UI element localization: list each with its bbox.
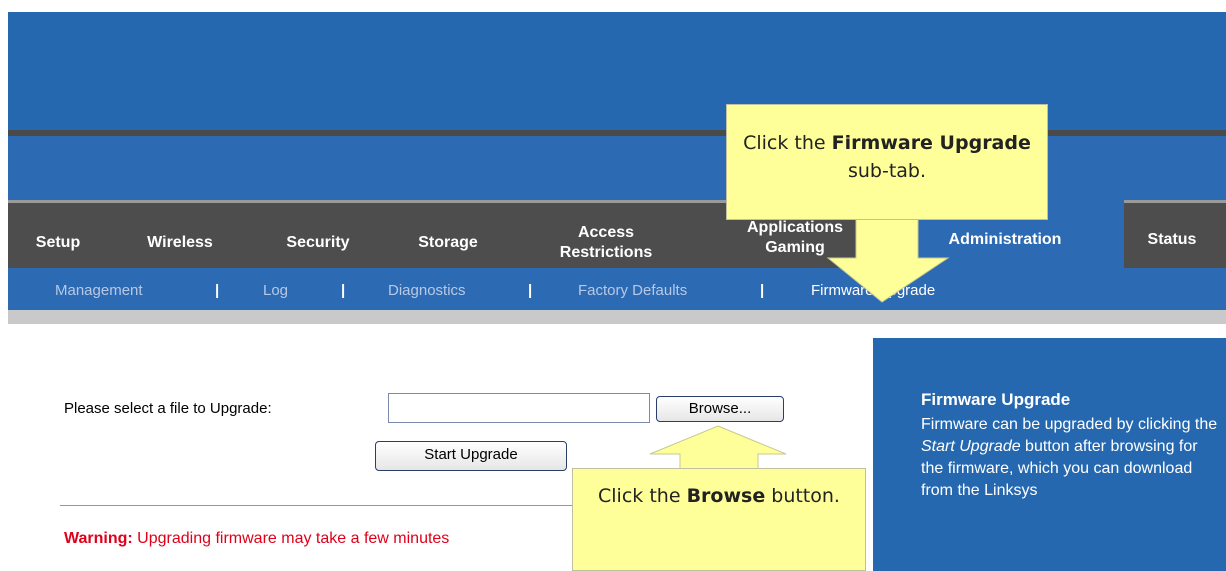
subtab-separator: | — [760, 282, 765, 299]
start-upgrade-button[interactable]: Start Upgrade — [375, 441, 567, 471]
subtab-separator: | — [341, 282, 346, 299]
firmware-file-input[interactable] — [388, 393, 650, 423]
help-text: Firmware can be upgraded by clicking the… — [921, 416, 1218, 499]
form-divider — [60, 505, 580, 506]
subtab-management[interactable]: Management — [55, 282, 143, 299]
subtab-factory-defaults[interactable]: Factory Defaults — [578, 282, 687, 299]
callout-arrow-up — [649, 425, 787, 473]
warning-prefix: Warning: — [64, 530, 133, 547]
help-panel: Firmware Upgrade Firmware can be upgrade… — [873, 338, 1226, 571]
help-title: Firmware Upgrade — [921, 390, 1071, 409]
tab-setup[interactable]: Setup — [28, 233, 88, 253]
tab-wireless[interactable]: Wireless — [132, 233, 228, 253]
callout-arrow-down — [826, 218, 950, 303]
sub-nav: Management | Log | Diagnostics | Factory… — [8, 268, 1226, 310]
tab-storage[interactable]: Storage — [405, 233, 491, 253]
warning-text: Upgrading firmware may take a few minute… — [132, 530, 450, 547]
tab-security[interactable]: Security — [273, 233, 363, 253]
file-select-label: Please select a file to Upgrade: — [64, 400, 272, 417]
subtab-log[interactable]: Log — [263, 282, 288, 299]
browse-button[interactable]: Browse... — [656, 396, 784, 422]
subtab-diagnostics[interactable]: Diagnostics — [388, 282, 466, 299]
tab-access-restrictions[interactable]: Access Restrictions — [536, 223, 676, 263]
subtab-separator: | — [215, 282, 220, 299]
upgrade-warning: Warning: Upgrading firmware may take a f… — [64, 530, 449, 548]
subtab-separator: | — [528, 282, 533, 299]
callout-firmware-subtab: Click the Firmware Upgrade sub-tab. — [726, 104, 1048, 220]
tab-status[interactable]: Status — [1128, 230, 1216, 250]
callout-browse-button: Click the Browse button. — [572, 468, 866, 571]
subnav-bottom-border — [8, 310, 1226, 324]
